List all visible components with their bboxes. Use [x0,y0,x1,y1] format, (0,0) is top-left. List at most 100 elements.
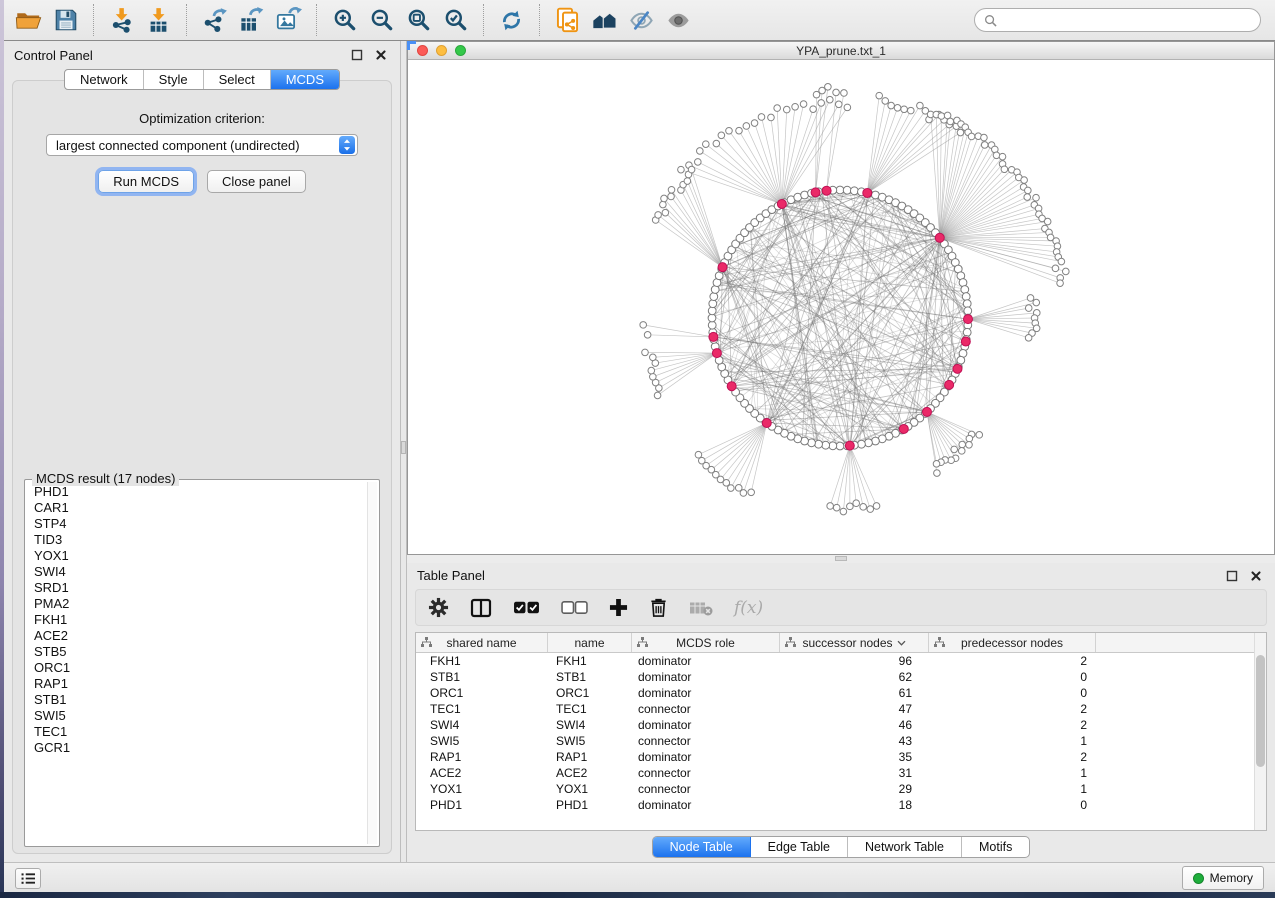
zoom-fit-button[interactable] [400,3,437,37]
list-item[interactable]: PMA2 [27,596,366,612]
search-field[interactable] [974,8,1261,32]
table-row[interactable]: SWI5SWI5connector431 [416,733,1266,749]
tab-style[interactable]: Style [144,70,204,89]
deselect-all-columns-button[interactable] [561,600,588,615]
tab-network[interactable]: Network [65,70,144,89]
selected-criterion-value: largest connected component (undirected) [56,138,333,153]
list-item[interactable]: ORC1 [27,660,366,676]
zoom-out-button[interactable] [363,3,400,37]
list-item[interactable]: STB1 [27,692,366,708]
vertical-splitter[interactable] [400,41,407,862]
mcds-network-graph[interactable] [408,60,1274,553]
list-item[interactable]: STB5 [27,644,366,660]
zoom-selected-button[interactable] [437,3,474,37]
scrollbar-thumb[interactable] [1256,655,1265,767]
list-item[interactable]: SWI4 [27,564,366,580]
refresh-network-button[interactable] [493,3,530,37]
float-panel-button[interactable] [1225,569,1239,583]
mcds-result-scrollbar[interactable] [367,482,377,844]
save-floppy-icon [53,7,79,33]
list-item[interactable]: GCR1 [27,740,366,756]
table-row[interactable]: RAP1RAP1dominator352 [416,749,1266,765]
export-table-button[interactable] [233,3,270,37]
horizontal-splitter[interactable] [407,555,1275,563]
float-panel-button[interactable] [350,48,364,62]
list-item[interactable]: TID3 [27,532,366,548]
close-panel-button[interactable] [1249,569,1263,583]
table-row[interactable]: SWI4SWI4dominator462 [416,717,1266,733]
open-session-button[interactable] [10,3,47,37]
column-header-predecessor-nodes[interactable]: predecessor nodes [929,633,1096,652]
table-cell: FKH1 [416,654,548,668]
column-header-successor-nodes[interactable]: successor nodes [780,633,929,652]
list-item[interactable]: YOX1 [27,548,366,564]
column-header-filler [1096,633,1266,652]
tab-select[interactable]: Select [204,70,271,89]
column-header-shared-name[interactable]: shared name [416,633,548,652]
close-icon [375,49,387,61]
splitter-handle[interactable] [401,441,406,454]
tab-network-table[interactable]: Network Table [848,837,962,857]
select-all-columns-button[interactable] [513,600,540,615]
table-row[interactable]: ACE2ACE2connector311 [416,765,1266,781]
list-item[interactable]: TEC1 [27,724,366,740]
import-network-button[interactable] [103,3,140,37]
table-row[interactable]: YOX1YOX1connector291 [416,781,1266,797]
table-row[interactable]: FKH1FKH1dominator962 [416,653,1266,669]
close-panel-button[interactable] [374,48,388,62]
table-row[interactable]: ORC1ORC1dominator610 [416,685,1266,701]
close-panel-action-button[interactable]: Close panel [207,170,306,193]
network-window-title: YPA_prune.txt_1 [408,44,1274,58]
zoom-in-button[interactable] [326,3,363,37]
optimization-criterion-select[interactable]: largest connected component (undirected) [46,134,358,156]
table-mode-button[interactable] [428,597,449,618]
delete-column-button[interactable] [649,597,668,618]
table-cell: TEC1 [548,702,632,716]
network-window-titlebar[interactable]: YPA_prune.txt_1 [408,42,1274,60]
split-columns-icon [470,597,492,619]
list-item[interactable]: SRD1 [27,580,366,596]
table-row[interactable]: PHD1PHD1dominator180 [416,797,1266,813]
run-mcds-button[interactable]: Run MCDS [98,170,194,193]
node-table[interactable]: shared namenameMCDS rolesuccessor nodesp… [415,632,1267,831]
column-header-MCDS-role[interactable]: MCDS role [632,633,780,652]
memory-button[interactable]: Memory [1182,866,1264,890]
mcds-result-list[interactable]: PHD1CAR1STP4TID3YOX1SWI4SRD1PMA2FKH1ACE2… [27,484,366,844]
mcds-buttons-row: Run MCDS Close panel [98,170,305,193]
column-header-name[interactable]: name [548,633,632,652]
tab-mcds[interactable]: MCDS [271,70,339,89]
list-item[interactable]: STP4 [27,516,366,532]
network-canvas[interactable] [408,60,1274,554]
list-item[interactable]: CAR1 [27,500,366,516]
tab-edge-table[interactable]: Edge Table [751,837,848,857]
create-column-button[interactable] [609,598,628,617]
tab-node-table[interactable]: Node Table [653,837,751,857]
import-table-button[interactable] [140,3,177,37]
search-input[interactable] [1002,13,1251,27]
list-item[interactable]: SWI5 [27,708,366,724]
save-session-button[interactable] [47,3,84,37]
first-neighbors-button[interactable] [586,3,623,37]
table-row[interactable]: STB1STB1dominator620 [416,669,1266,685]
hide-graphics-details-button[interactable] [623,3,660,37]
export-image-button[interactable] [270,3,307,37]
export-network-button[interactable] [196,3,233,37]
table-cell: RAP1 [416,750,548,764]
task-history-button[interactable] [15,868,41,889]
show-graphics-details-button[interactable] [660,3,697,37]
table-scrollbar[interactable] [1254,633,1266,830]
tab-motifs[interactable]: Motifs [962,837,1029,857]
share-document-icon [554,7,581,34]
list-item[interactable]: RAP1 [27,676,366,692]
table-row[interactable]: TEC1TEC1connector472 [416,701,1266,717]
splitter-handle[interactable] [835,556,847,561]
share-network-button[interactable] [549,3,586,37]
list-item[interactable]: FKH1 [27,612,366,628]
list-item[interactable]: PHD1 [27,484,366,500]
show-column-panel-button[interactable] [470,597,492,619]
table-cell: 31 [780,766,929,780]
memory-label: Memory [1210,871,1253,885]
table-cell: ACE2 [548,766,632,780]
control-panel: Control Panel Network Style Select MCDS … [4,41,400,862]
list-item[interactable]: ACE2 [27,628,366,644]
